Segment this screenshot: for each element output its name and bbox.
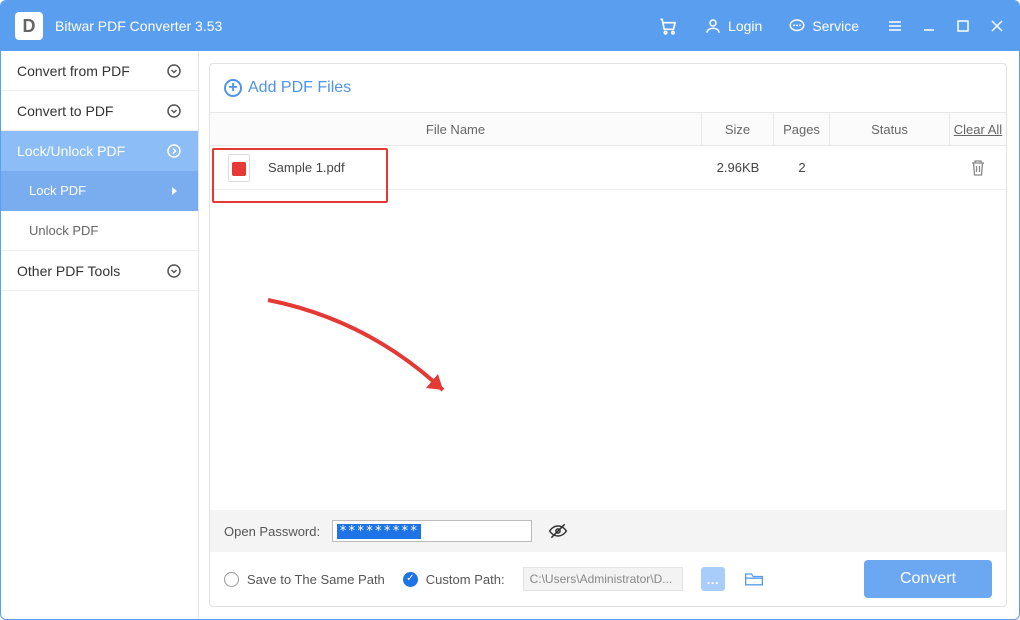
file-pages: 2 (774, 146, 830, 189)
maximize-button[interactable] (955, 18, 971, 34)
login-button[interactable]: Login (696, 13, 770, 39)
clear-all-button[interactable]: Clear All (950, 113, 1006, 145)
plus-circle-icon: + (224, 79, 242, 97)
menu-button[interactable] (887, 18, 903, 34)
chat-icon (788, 17, 806, 35)
login-label: Login (728, 18, 762, 34)
chevron-down-icon (166, 63, 182, 79)
service-button[interactable]: Service (780, 13, 867, 39)
password-label: Open Password: (224, 524, 320, 539)
pdf-file-icon (228, 154, 250, 182)
file-name: Sample 1.pdf (268, 160, 345, 175)
eye-off-icon (548, 521, 568, 541)
footer: Save to The Same Path Custom Path: C:\Us… (210, 552, 1006, 606)
sidebar-item-lock-unlock-pdf[interactable]: Lock/Unlock PDF (1, 131, 198, 171)
sidebar-item-other-pdf-tools[interactable]: Other PDF Tools (1, 251, 198, 291)
sidebar-item-label: Lock/Unlock PDF (17, 143, 125, 159)
custom-path-input[interactable]: C:\Users\Administrator\D... (523, 567, 683, 591)
chevron-right-icon (166, 143, 182, 159)
annotation-arrow (258, 290, 468, 410)
radio-circle-icon (224, 572, 239, 587)
toggle-password-visibility-button[interactable] (548, 521, 568, 541)
sidebar-item-label: Convert from PDF (17, 63, 130, 79)
ellipsis-icon: … (706, 572, 719, 587)
maximize-icon (957, 20, 969, 32)
col-header-pages: Pages (774, 113, 830, 145)
sidebar-subitem-lock-pdf[interactable]: Lock PDF (1, 171, 198, 211)
hamburger-icon (887, 18, 903, 34)
convert-button[interactable]: Convert (864, 560, 992, 598)
save-same-path-radio[interactable]: Save to The Same Path (224, 572, 385, 587)
password-input-wrap[interactable]: ********* (332, 520, 532, 542)
folder-icon (744, 570, 764, 588)
user-icon (704, 17, 722, 35)
service-label: Service (812, 18, 859, 34)
open-folder-button[interactable] (743, 568, 765, 590)
close-icon (990, 19, 1004, 33)
minimize-button[interactable] (921, 18, 937, 34)
add-pdf-files-label: Add PDF Files (248, 79, 351, 97)
body: Convert from PDF Convert to PDF Lock/Unl… (1, 51, 1019, 619)
chevron-down-icon (166, 263, 182, 279)
minimize-icon (922, 19, 936, 33)
sidebar-item-convert-to-pdf[interactable]: Convert to PDF (1, 91, 198, 131)
col-header-status: Status (830, 113, 950, 145)
panel: + Add PDF Files File Name Size Pages Sta… (209, 63, 1007, 607)
app-window: D Bitwar PDF Converter 3.53 Login Servic… (0, 0, 1020, 620)
delete-file-button[interactable] (950, 159, 1006, 177)
sidebar-item-label: Lock PDF (29, 183, 86, 198)
cart-icon (658, 16, 678, 36)
sidebar-item-label: Unlock PDF (29, 223, 98, 238)
trash-icon (970, 159, 986, 177)
sidebar-item-convert-from-pdf[interactable]: Convert from PDF (1, 51, 198, 91)
col-header-filename: File Name (210, 113, 702, 145)
file-status (830, 146, 950, 189)
radio-checked-icon (403, 572, 418, 587)
app-title: Bitwar PDF Converter 3.53 (55, 18, 222, 34)
custom-path-radio[interactable]: Custom Path: (403, 572, 505, 587)
sidebar-subitem-unlock-pdf[interactable]: Unlock PDF (1, 211, 198, 251)
cart-button[interactable] (650, 12, 686, 40)
convert-label: Convert (900, 570, 956, 588)
sidebar-item-label: Convert to PDF (17, 103, 113, 119)
table-header: File Name Size Pages Status Clear All (210, 112, 1006, 146)
file-size: 2.96KB (702, 146, 774, 189)
custom-path-label: Custom Path: (426, 572, 505, 587)
chevron-down-icon (166, 103, 182, 119)
caret-right-icon (166, 183, 182, 199)
sidebar-item-label: Other PDF Tools (17, 263, 120, 279)
browse-path-button[interactable]: … (701, 567, 725, 591)
sidebar: Convert from PDF Convert to PDF Lock/Unl… (1, 51, 199, 619)
app-logo: D (15, 12, 43, 40)
same-path-label: Save to The Same Path (247, 572, 385, 587)
titlebar: D Bitwar PDF Converter 3.53 Login Servic… (1, 1, 1019, 51)
empty-area (210, 190, 1006, 510)
app-logo-letter: D (23, 16, 36, 37)
password-row: Open Password: ********* (210, 510, 1006, 552)
password-input[interactable]: ********* (337, 524, 420, 539)
file-name-cell: Sample 1.pdf (210, 154, 702, 182)
close-button[interactable] (989, 18, 1005, 34)
table-row[interactable]: Sample 1.pdf 2.96KB 2 (210, 146, 1006, 190)
add-pdf-files-button[interactable]: + Add PDF Files (210, 64, 1006, 112)
col-header-size: Size (702, 113, 774, 145)
main: + Add PDF Files File Name Size Pages Sta… (199, 51, 1019, 619)
